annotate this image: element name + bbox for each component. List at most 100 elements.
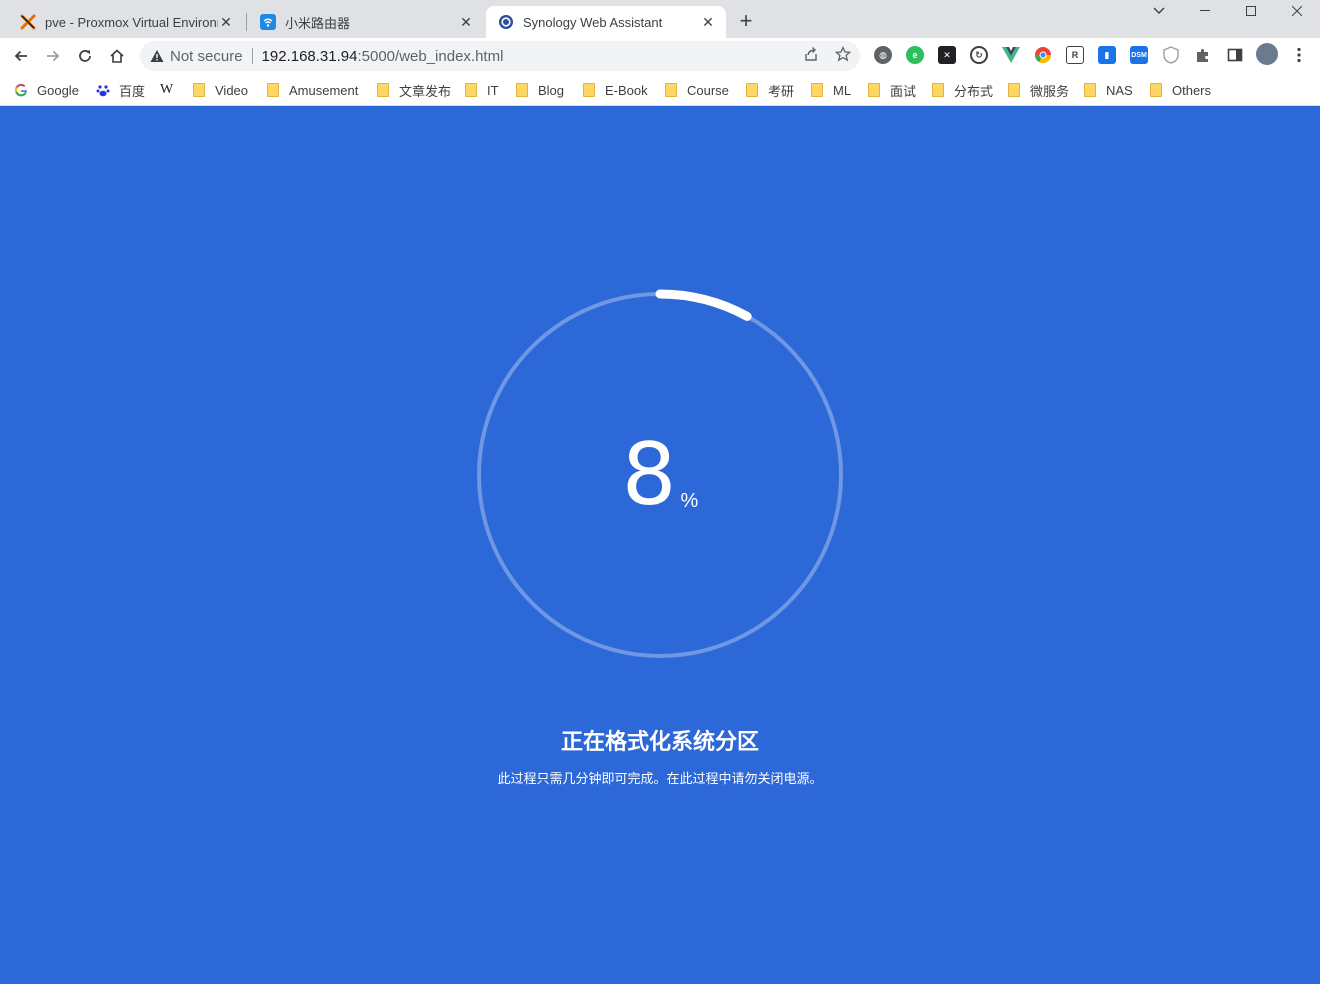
reload-icon[interactable] [71,42,99,70]
baidu-paw-icon [96,83,110,97]
status-message: 此过程只需几分钟即可完成。在此过程中请勿关闭电源。 [497,771,823,786]
bookmark-folder[interactable]: E-Book [582,80,648,100]
bookmark-label: Google [37,82,79,98]
bookmark-folder[interactable]: 面试 [867,80,916,100]
bookmark-folder[interactable]: IT [464,80,499,100]
minimize-icon[interactable] [1182,0,1228,22]
bookmark-folder[interactable]: 考研 [745,80,794,100]
tab-divider [246,13,247,31]
bookmark-label: ML [833,82,852,98]
tab-synology[interactable]: Synology Web Assistant ✕ [486,6,726,38]
profile-avatar[interactable] [1256,43,1278,65]
folder-icon [867,83,881,97]
tab-strip: pve - Proxmox Virtual Environment ✕ 小米路由… [0,0,1320,38]
bookmark-label: 微服务 [1030,83,1070,99]
tab-xiaomi-router[interactable]: 小米路由器 ✕ [248,6,484,38]
bookmark-folder[interactable]: 分布式 [931,80,993,100]
bookmark-label: Course [687,82,729,98]
warning-icon[interactable] [150,49,164,63]
bookmark-folder[interactable]: Video [192,80,248,100]
bookmark-label: E-Book [605,82,648,98]
bookmark-label: 百度 [119,83,146,99]
google-icon [14,83,28,97]
progress-number: 8 [621,425,677,525]
share-icon[interactable] [802,45,820,63]
bookmark-label: NAS [1106,82,1133,98]
vue-devtools-icon[interactable] [1002,46,1020,64]
tab-proxmox[interactable]: pve - Proxmox Virtual Environment ✕ [8,6,244,38]
bookmark-label: W [160,82,174,97]
percent-sign: % [680,489,699,512]
url-path[interactable]: :5000/web_index.html [357,48,503,65]
shield-extension-icon[interactable] [1162,46,1180,64]
close-window-icon[interactable] [1274,0,1320,22]
new-tab-button[interactable]: + [734,8,758,33]
bookmark-google[interactable]: Google [14,80,79,100]
tab-title: pve - Proxmox Virtual Environment [45,14,218,30]
bookmark-folder[interactable]: Course [664,80,729,100]
folder-icon [192,83,206,97]
tab-title: 小米路由器 [285,15,351,31]
puzzle-extensions-icon[interactable] [1194,46,1212,64]
bookmark-folder[interactable]: NAS [1083,80,1133,100]
bookmark-folder[interactable]: 微服务 [1007,80,1069,100]
blue-bookmark-icon[interactable]: ▮ [1098,46,1116,64]
bookmark-folder[interactable]: 文章发布 [376,80,451,100]
proxmox-icon [20,14,36,30]
status-title: 正在格式化系统分区 [560,729,759,754]
close-tab-icon[interactable]: ✕ [700,14,716,30]
sync-extension-icon[interactable]: ↻ [970,46,988,64]
folder-icon [1083,83,1097,97]
address-divider [251,48,253,64]
dsm-extension-icon[interactable]: DSM [1130,46,1148,64]
bookmark-label: 考研 [768,83,795,99]
bookmark-baidu[interactable]: 百度 [96,80,145,100]
back-icon[interactable] [7,42,35,70]
clipboard-extension-icon[interactable]: R [1066,46,1084,64]
folder-icon [931,83,945,97]
bookmark-folder[interactable]: Others [1149,80,1211,100]
folder-icon [515,83,529,97]
bookmark-label: 面试 [890,83,917,99]
folder-icon [376,83,390,97]
bookmark-label: 文章发布 [399,83,452,99]
address-bar[interactable]: Not secure 192.168.31.94:5000/web_index.… [140,41,860,71]
side-panel-icon[interactable] [1226,46,1244,64]
close-tab-icon[interactable]: ✕ [218,14,234,30]
bookmark-label: Amusement [289,82,359,98]
folder-icon [664,83,678,97]
folder-icon [745,83,759,97]
tab-search-icon[interactable] [1136,0,1182,22]
evernote-extension-icon[interactable]: e [906,46,924,64]
progress-percentage: 8% [470,285,850,665]
bookmark-star-icon[interactable] [834,45,852,63]
bookmark-label: IT [487,82,499,98]
folder-icon [1007,83,1021,97]
home-icon[interactable] [103,42,131,70]
bookmark-label: Blog [538,82,565,98]
maximize-icon[interactable] [1228,0,1274,22]
security-label[interactable]: Not secure [170,48,243,65]
page-content: 8% 正在格式化系统分区 此过程只需几分钟即可完成。在此过程中请勿关闭电源。 [0,107,1320,984]
bookmark-wikipedia[interactable]: W [160,80,173,100]
close-tab-icon[interactable]: ✕ [458,14,474,30]
synology-icon [498,14,514,30]
bookmark-label: Others [1172,82,1212,98]
folder-icon [582,83,596,97]
x-extension-icon[interactable]: ✕ [938,46,956,64]
folder-icon [464,83,478,97]
chrome-color-icon[interactable] [1034,46,1052,64]
url-host[interactable]: 192.168.31.94 [262,48,358,65]
bookmark-folder[interactable]: Blog [515,80,564,100]
bookmark-label: Video [215,82,249,98]
wifi-icon [260,14,276,30]
folder-icon [810,83,824,97]
bookmark-folder[interactable]: Amusement [266,80,358,100]
globe-extension-icon[interactable]: ◍ [874,46,892,64]
more-menu-icon[interactable] [1290,46,1308,64]
tab-title: Synology Web Assistant [523,14,663,30]
bookmark-folder[interactable]: ML [810,80,851,100]
forward-icon[interactable] [39,42,67,70]
folder-icon [266,83,280,97]
folder-icon [1149,83,1163,97]
